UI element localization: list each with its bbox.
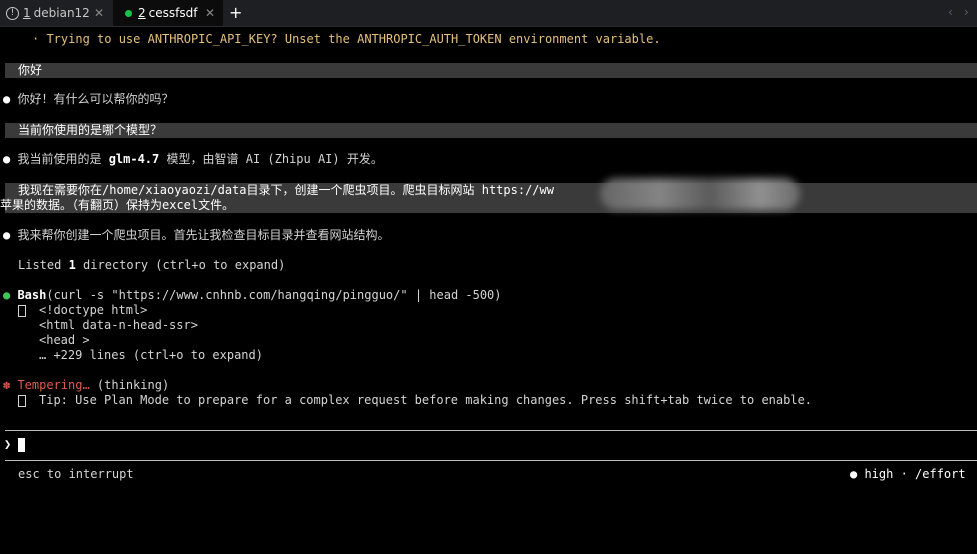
prompt-icon: ❯ bbox=[4, 437, 12, 451]
bash-tool-call: ● Bash(curl -s "https://www.cnhnb.com/ha… bbox=[3, 288, 502, 302]
effort-indicator[interactable]: ● high · /effort bbox=[850, 467, 966, 482]
reply-text: 模型，由智谱 AI (Zhipu AI) 开发。 bbox=[159, 152, 383, 166]
tip-line: Tip: Use Plan Mode to prepare for a comp… bbox=[18, 393, 812, 408]
user-message-text: 当前你使用的是哪个模型？ bbox=[18, 123, 163, 137]
tip-branch-icon bbox=[18, 394, 26, 407]
tab-cessfsdf[interactable]: 2 cessfsdf ✕ bbox=[113, 0, 223, 26]
warning-line: · Trying to use ANTHROPIC_API_KEY? Unset… bbox=[32, 32, 661, 46]
tab-label: cessfsdf bbox=[148, 6, 198, 20]
prompt-input[interactable]: ❯ bbox=[4, 437, 26, 452]
bash-command: (curl -s "https://www.cnhnb.com/hangqing… bbox=[46, 288, 502, 302]
reply-text: 我来帮你创建一个爬虫项目。首先让我检查目标目录并查看网站结构。 bbox=[17, 228, 390, 242]
output-branch-icon bbox=[18, 304, 26, 317]
warning-icon: ! bbox=[6, 6, 19, 20]
new-tab-button[interactable]: + bbox=[229, 3, 242, 22]
tool-output: <head > bbox=[39, 333, 90, 347]
user-message-text: 我现在需要你在/home/xiaoyaozi/data目录下，创建一个爬虫项目。… bbox=[18, 183, 554, 197]
assistant-reply: ● 我当前使用的是 glm-4.7 模型，由智谱 AI (Zhipu AI) 开… bbox=[3, 152, 383, 166]
tab-label: debian12 bbox=[33, 6, 90, 20]
close-icon[interactable]: ✕ bbox=[205, 6, 215, 20]
status-word: Tempering… bbox=[17, 378, 90, 392]
status-line: ✽ Tempering… (thinking) bbox=[3, 378, 170, 392]
tool-output: <!doctype html> bbox=[18, 303, 147, 318]
reply-text: 我当前使用的是 bbox=[17, 152, 109, 166]
tool-name: Bash bbox=[17, 288, 47, 302]
chevron-right-icon[interactable]: › bbox=[964, 5, 969, 19]
tool-output-expand[interactable]: … +229 lines (ctrl+o to expand) bbox=[39, 348, 263, 363]
redaction-blur bbox=[600, 178, 800, 210]
assistant-reply: ● 我来帮你创建一个爬虫项目。首先让我检查目标目录并查看网站结构。 bbox=[3, 228, 390, 242]
close-icon[interactable]: ✕ bbox=[94, 6, 104, 20]
chevron-left-icon[interactable]: ‹ bbox=[948, 5, 953, 19]
text-cursor bbox=[18, 437, 26, 452]
footer-hint: esc to interrupt bbox=[18, 467, 134, 481]
tab-debian12[interactable]: ! 1 debian12 ✕ bbox=[0, 0, 112, 26]
tab-bar: ! 1 debian12 ✕ 2 cessfsdf ✕ + ‹ › bbox=[0, 0, 977, 27]
tab-number: 1 bbox=[23, 6, 31, 20]
listed-directory: Listed 1 directory (ctrl+o to expand) bbox=[18, 258, 286, 272]
tool-output: <html data-n-head-ssr> bbox=[39, 318, 198, 332]
user-message: 我现在需要你在/home/xiaoyaozi/data目录下，创建一个爬虫项目。… bbox=[0, 183, 977, 213]
assistant-reply: ● 你好！有什么可以帮你的吗？ bbox=[3, 92, 174, 106]
reply-text: 你好！有什么可以帮你的吗？ bbox=[17, 92, 174, 106]
tab-number: 2 bbox=[138, 6, 146, 20]
status-dot-icon bbox=[125, 9, 132, 17]
user-message-text: 苹果的数据。（有翻页）保持为excel文件。 bbox=[0, 198, 235, 212]
model-name: glm-4.7 bbox=[108, 152, 160, 166]
user-message-text: 你好 bbox=[18, 63, 43, 77]
input-top-border bbox=[5, 430, 977, 431]
input-bottom-border bbox=[5, 460, 977, 461]
user-message: 当前你使用的是哪个模型？ bbox=[5, 123, 977, 138]
user-message: 你好 bbox=[5, 63, 977, 78]
